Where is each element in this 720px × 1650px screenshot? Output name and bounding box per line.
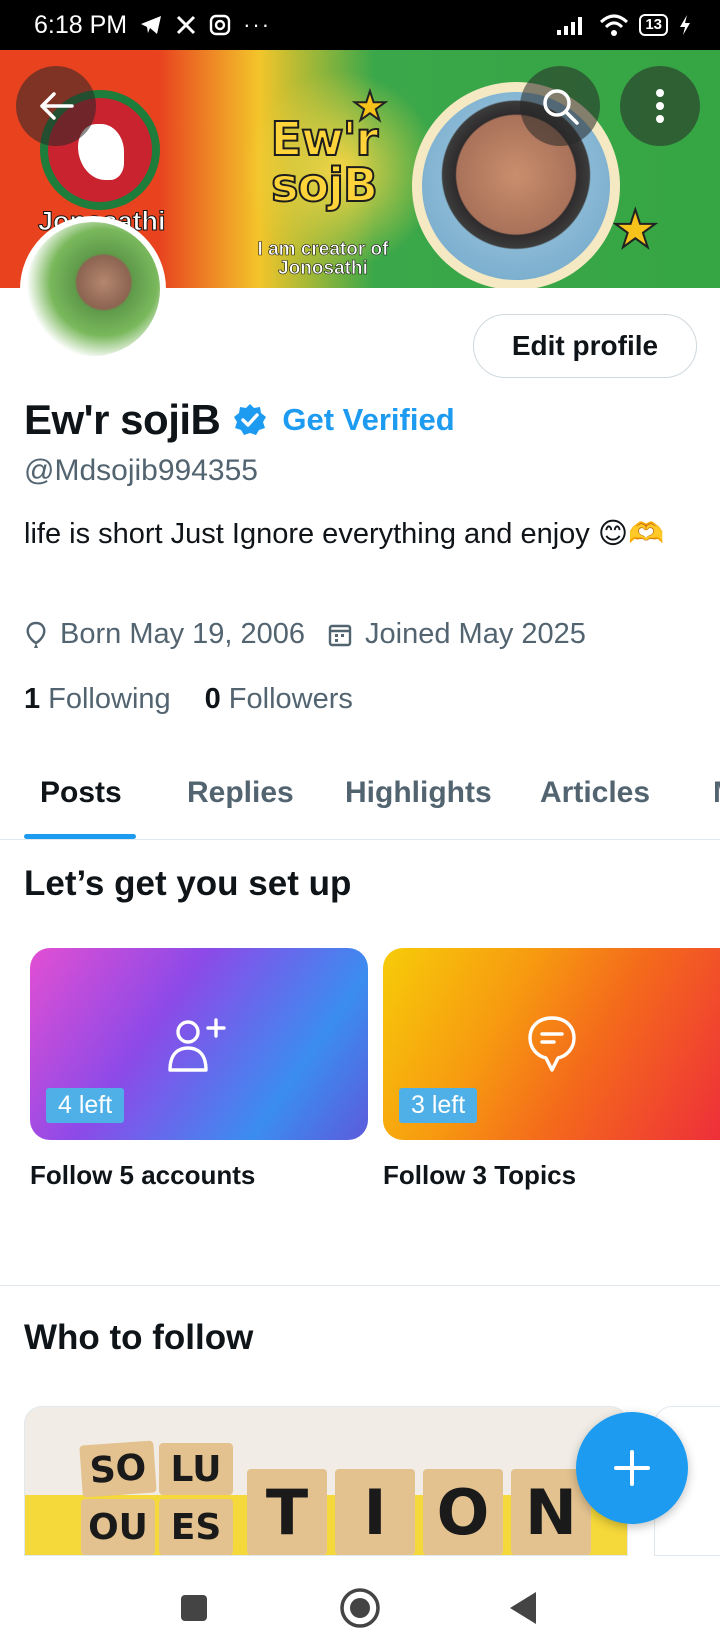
accounts-left-badge: 4 left (46, 1088, 125, 1123)
wifi-icon (600, 14, 629, 36)
home-button[interactable] (330, 1580, 390, 1636)
word-block: OU (81, 1499, 155, 1555)
tab-media[interactable]: M (713, 776, 720, 810)
recents-button[interactable] (164, 1580, 224, 1636)
setup-title: Let’s get you set up (24, 864, 352, 903)
word-block: T (247, 1469, 327, 1555)
followers-link[interactable]: 0 Followers (205, 683, 353, 716)
instagram-icon (209, 14, 231, 36)
follow-topics-card[interactable]: 3 left (383, 948, 720, 1140)
word-block: O (423, 1469, 503, 1555)
search-icon (543, 89, 579, 125)
section-divider (0, 1285, 720, 1286)
following-label: Following (48, 683, 171, 715)
calendar-icon (328, 624, 352, 646)
verified-badge-icon (234, 404, 267, 435)
topics-left-badge: 3 left (399, 1088, 478, 1123)
home-circle-icon (340, 1588, 380, 1628)
profile-handle: @Mdsojib994355 (24, 454, 258, 487)
joined-item: Joined May 2025 (327, 618, 586, 651)
banner-subtitle-line1: I am creator of (257, 239, 389, 260)
tab-highlights[interactable]: Highlights (345, 776, 492, 810)
plus-icon (614, 1450, 650, 1486)
profile-name: Ew'r sojiB (24, 396, 221, 443)
telegram-icon (141, 16, 162, 34)
following-link[interactable]: 1 Following (24, 683, 171, 716)
birthday-item: Born May 19, 2006 (24, 618, 305, 651)
back-button[interactable] (16, 66, 96, 146)
word-block: I (335, 1469, 415, 1555)
birthday-text: Born May 19, 2006 (60, 618, 306, 650)
triangle-back-icon (510, 1592, 536, 1624)
follow-topics-label: Follow 3 Topics (383, 1160, 577, 1190)
word-block: ES (159, 1499, 233, 1555)
follow-accounts-card[interactable]: 4 left (30, 948, 368, 1140)
back-arrow-icon (40, 92, 74, 120)
charging-icon (680, 15, 690, 35)
who-to-follow-card[interactable]: SO LU OU ES T I O N (24, 1406, 628, 1556)
signal-icon (557, 17, 583, 35)
banner-subtitle-line2: Jonosathi (278, 258, 368, 279)
topic-bubble-icon (527, 1016, 576, 1072)
balloon-icon (26, 621, 46, 648)
banner-subtitle: I am creator of Jonosathi (238, 239, 408, 279)
get-verified-link[interactable]: Get Verified (282, 402, 454, 438)
profile-meta: Born May 19, 2006 Joined May 2025 (24, 618, 608, 651)
banner-title-line2: sojB (270, 158, 379, 212)
tab-replies[interactable]: Replies (187, 776, 294, 810)
profile-tabs: Posts Replies Highlights Articles M (0, 758, 720, 840)
avatar-image (26, 222, 160, 356)
followers-label: Followers (228, 683, 353, 715)
square-icon (181, 1595, 207, 1621)
followers-count: 0 (204, 683, 221, 715)
tab-articles[interactable]: Articles (540, 776, 650, 810)
more-vertical-icon (656, 89, 664, 123)
joined-text: Joined May 2025 (365, 618, 586, 650)
word-block: SO (79, 1440, 157, 1498)
who-to-follow-title: Who to follow (24, 1318, 254, 1357)
add-person-icon (168, 1018, 226, 1072)
name-row: Ew'r sojiB Get Verified (24, 396, 455, 444)
status-bar: 6:18 PM ··· 13 (0, 0, 720, 50)
edit-profile-button[interactable]: Edit profile (473, 314, 697, 378)
battery-icon: 13 (639, 14, 668, 36)
compose-button[interactable] (576, 1412, 688, 1524)
star-icon: ★ (351, 84, 389, 130)
follow-accounts-label: Follow 5 accounts (30, 1160, 256, 1190)
profile-bio: life is short Just Ignore everything and… (24, 518, 665, 550)
star-icon: ★ (611, 200, 660, 260)
x-icon (177, 15, 196, 35)
search-button[interactable] (520, 66, 600, 146)
more-dots-icon: ··· (243, 12, 272, 37)
more-options-button[interactable] (620, 66, 700, 146)
tab-posts[interactable]: Posts (40, 776, 122, 810)
back-nav-button[interactable] (494, 1580, 554, 1636)
word-block: LU (159, 1443, 233, 1495)
status-time: 6:18 PM (34, 10, 128, 39)
follow-stats: 1 Following 0 Followers (24, 683, 387, 716)
system-nav-bar (0, 1556, 720, 1650)
following-count: 1 (24, 683, 41, 715)
avatar[interactable] (20, 216, 166, 362)
active-tab-indicator (24, 834, 136, 839)
